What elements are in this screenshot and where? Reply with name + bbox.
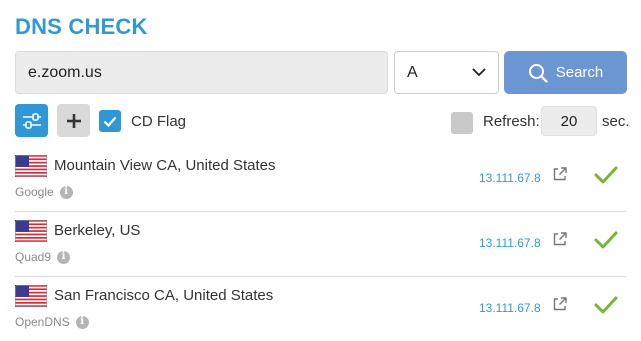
domain-input[interactable] <box>15 51 388 94</box>
row-divider <box>15 211 626 212</box>
cd-flag-label: CD Flag <box>131 113 187 130</box>
search-icon <box>528 63 548 83</box>
search-button[interactable]: Search <box>504 51 627 94</box>
row-divider <box>15 276 626 277</box>
us-flag-icon <box>15 220 47 242</box>
refresh-checkbox[interactable] <box>451 112 473 134</box>
refresh-unit: sec. <box>602 113 630 130</box>
provider: Quad9 i <box>15 250 71 264</box>
resolved-ip: 13.111.67.8 <box>479 236 541 250</box>
chevron-down-icon <box>472 68 486 77</box>
provider: OpenDNS i <box>15 315 89 329</box>
info-icon[interactable]: i <box>57 250 71 264</box>
external-link-icon[interactable] <box>552 296 568 312</box>
record-type-value: A <box>407 63 418 81</box>
provider-name: Google <box>15 185 54 199</box>
sliders-icon <box>22 112 41 129</box>
result-row: Mountain View CA, United States Google i… <box>0 146 641 211</box>
plus-icon <box>66 113 81 128</box>
checkmark-icon <box>103 116 117 127</box>
resolved-ip: 13.111.67.8 <box>479 301 541 315</box>
provider: Google i <box>15 185 73 199</box>
cd-flag-checkbox[interactable] <box>99 110 121 132</box>
info-icon[interactable]: i <box>59 185 73 199</box>
us-flag-icon <box>15 285 47 307</box>
server-location: San Francisco CA, United States <box>54 287 274 304</box>
settings-button[interactable] <box>15 104 48 137</box>
status-check-icon <box>594 296 618 314</box>
us-flag-icon <box>15 155 47 177</box>
status-check-icon <box>594 231 618 249</box>
refresh-label: Refresh: <box>483 113 540 130</box>
refresh-interval-input[interactable] <box>541 106 597 136</box>
external-link-icon[interactable] <box>552 166 568 182</box>
provider-name: Quad9 <box>15 250 52 264</box>
provider-name: OpenDNS <box>15 315 70 329</box>
external-link-icon[interactable] <box>552 231 568 247</box>
server-location: Mountain View CA, United States <box>54 157 276 174</box>
status-check-icon <box>594 166 618 184</box>
search-button-label: Search <box>555 64 604 81</box>
result-row: San Francisco CA, United States OpenDNS … <box>0 276 641 341</box>
add-server-button[interactable] <box>57 104 90 137</box>
result-row: Berkeley, US Quad9 i 13.111.67.8 <box>0 211 641 276</box>
page-title: DNS CHECK <box>15 14 148 39</box>
info-icon[interactable]: i <box>75 315 89 329</box>
server-location: Berkeley, US <box>54 222 141 239</box>
record-type-select[interactable]: A <box>394 51 499 94</box>
resolved-ip: 13.111.67.8 <box>479 171 541 185</box>
